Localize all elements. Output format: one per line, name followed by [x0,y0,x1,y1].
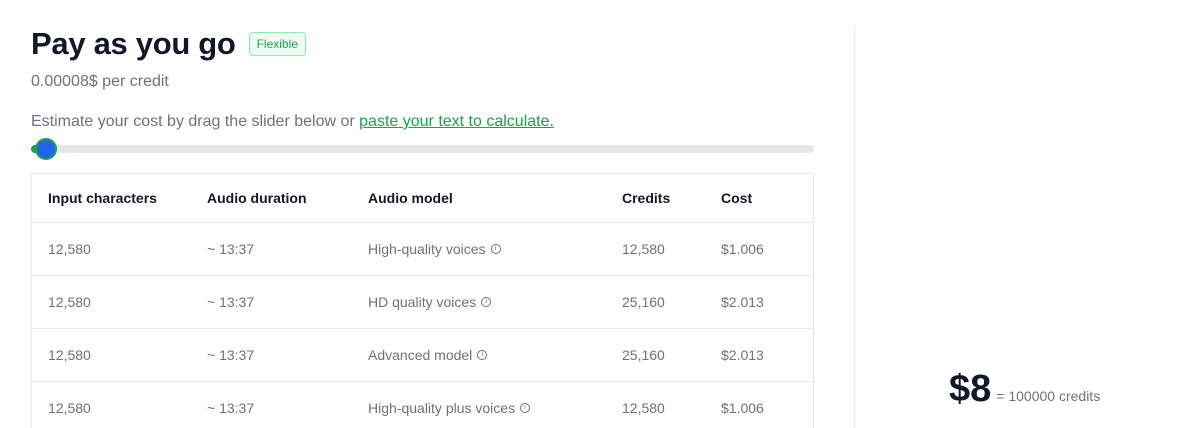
total-amount: $8 [949,368,992,410]
model-name: High-quality plus voices [368,400,516,416]
cell-cost: $1.006 [721,241,764,257]
cell-model: HD quality voices i [368,294,622,310]
header-audio-model: Audio model [368,190,453,206]
cost-table: Input characters Audio duration Audio mo… [31,173,814,428]
cell-cost: $2.013 [721,347,764,363]
info-icon[interactable]: i [481,297,492,307]
estimate-label: Estimate your cost by drag the slider be… [31,113,360,130]
cell-chars: 12,580 [48,400,91,416]
table-row: 12,580 ~ 13:37 HD quality voices i 25,160… [32,276,813,329]
header-credits: Credits [622,190,671,206]
credit-slider[interactable] [31,138,814,160]
plan-title: Pay as you go [31,26,236,61]
cell-model: High-quality plus voices i [368,400,622,416]
model-name: High-quality voices [368,241,486,257]
cell-credits: 12,580 [622,400,665,416]
cell-model: Advanced model i [368,347,622,363]
paste-text-link[interactable]: paste your text to calculate. [359,113,554,130]
cell-credits: 25,160 [622,347,665,363]
table-row: 12,580 ~ 13:37 Advanced model i 25,160 $2… [32,329,813,382]
cell-cost: $2.013 [721,294,764,310]
cell-credits: 12,580 [622,241,665,257]
info-icon[interactable]: i [490,244,501,254]
model-name: Advanced model [368,347,473,363]
cell-chars: 12,580 [48,294,91,310]
cell-duration: ~ 13:37 [207,400,255,416]
info-icon[interactable]: i [477,350,488,360]
table-row: 12,580 ~ 13:37 High-quality plus voices i… [32,382,813,428]
cell-model: High-quality voices i [368,241,622,257]
cell-duration: ~ 13:37 [207,241,255,257]
model-name: HD quality voices [368,294,477,310]
summary-total: $8 = 100000 credits [949,368,1100,410]
slider-thumb[interactable] [34,138,57,160]
cell-duration: ~ 13:37 [207,294,255,310]
panel-divider [854,25,855,428]
cell-cost: $1.006 [721,400,764,416]
info-icon[interactable]: i [520,403,531,413]
header-audio-duration: Audio duration [207,190,307,206]
header-cost: Cost [721,190,753,206]
cell-chars: 12,580 [48,241,91,257]
header-input-characters: Input characters [48,190,157,206]
price-per-credit: 0.00008$ per credit [31,73,169,90]
estimate-text: Estimate your cost by drag the slider be… [31,112,554,132]
total-credits: = 100000 credits [996,388,1101,404]
cell-chars: 12,580 [48,347,91,363]
cell-credits: 25,160 [622,294,665,310]
flexible-badge: Flexible [248,32,306,56]
table-header: Input characters Audio duration Audio mo… [32,174,813,223]
cell-duration: ~ 13:37 [207,347,255,363]
table-row: 12,580 ~ 13:37 High-quality voices i 12,5… [32,223,813,276]
plan-header: Pay as you go Flexible [31,26,306,62]
